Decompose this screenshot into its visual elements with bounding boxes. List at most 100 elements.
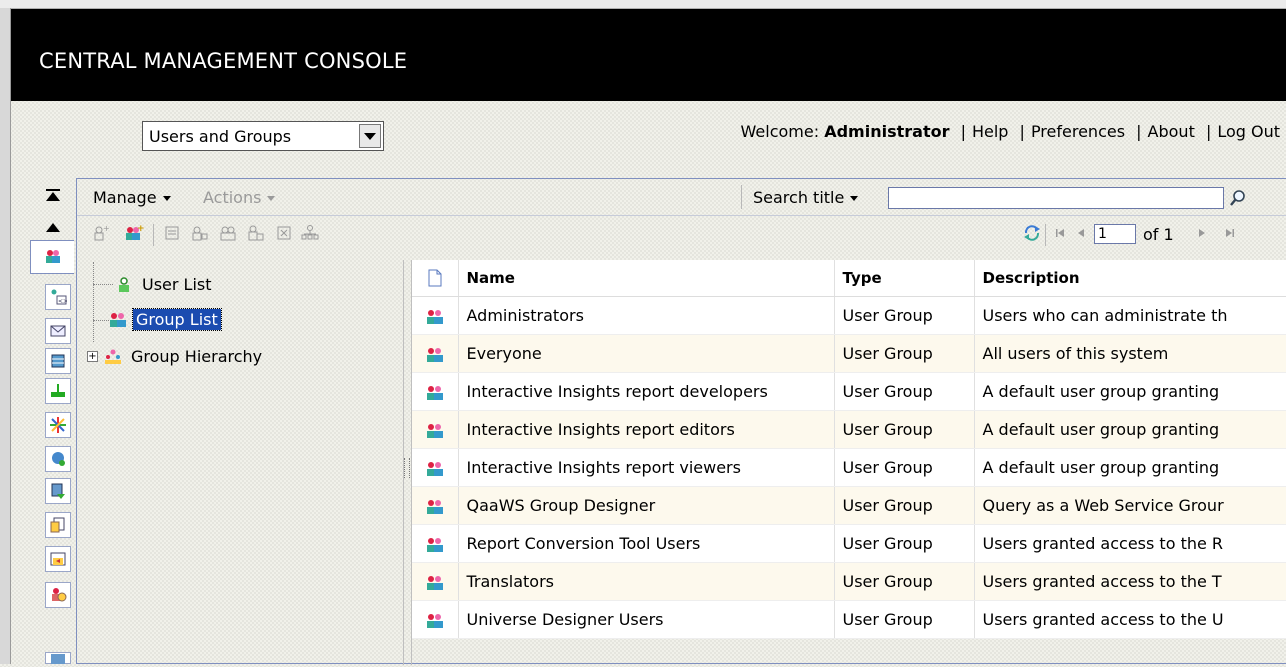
collapse-all-up-icon[interactable]: [44, 188, 62, 204]
tree-item-group-list[interactable]: Group List: [109, 308, 222, 331]
nav-connections-icon[interactable]: [45, 378, 71, 404]
properties-icon[interactable]: [161, 222, 183, 244]
manage-menu[interactable]: Manage: [93, 188, 171, 207]
cell-name[interactable]: Universe Designer Users: [458, 600, 835, 639]
nav-replication-icon[interactable]: [45, 478, 71, 504]
header-banner: CENTRAL MANAGEMENT CONSOLE: [11, 9, 1286, 101]
table-row[interactable]: Interactive Insights report viewers User…: [412, 448, 1286, 487]
nav-folders-icon[interactable]: [45, 546, 71, 572]
table-row[interactable]: Translators User Group Users granted acc…: [412, 562, 1286, 601]
nav-databases-icon[interactable]: [45, 348, 71, 374]
cell-description: Query as a Web Service Grour: [974, 486, 1286, 525]
table-row[interactable]: Administrators User Group Users who can …: [412, 296, 1286, 335]
table-row[interactable]: Report Conversion Tool Users User Group …: [412, 524, 1286, 563]
search-title-menu[interactable]: Search title: [753, 188, 859, 207]
group-members-icon[interactable]: [217, 222, 239, 244]
previous-page-icon[interactable]: [1074, 225, 1088, 241]
manage-menu-label: Manage: [93, 188, 157, 207]
table-row[interactable]: Interactive Insights report developers U…: [412, 372, 1286, 411]
cell-name[interactable]: Administrators: [458, 296, 835, 335]
help-link[interactable]: Help: [972, 122, 1008, 141]
cell-description: Users granted access to the U: [974, 600, 1286, 639]
scroll-up-icon[interactable]: [44, 220, 62, 236]
cell-description: A default user group granting: [974, 448, 1286, 487]
group-icon: [426, 420, 444, 439]
search-input[interactable]: [888, 187, 1224, 209]
logout-link[interactable]: Log Out: [1217, 122, 1280, 141]
group-icon: [426, 306, 444, 325]
section-select-value: Users and Groups: [149, 127, 292, 146]
document-icon: [428, 269, 442, 287]
cell-description: A default user group granting: [974, 410, 1286, 449]
cell-name[interactable]: Interactive Insights report viewers: [458, 448, 835, 487]
page-number-input[interactable]: [1094, 224, 1136, 244]
cell-type: User Group: [834, 562, 975, 601]
table-row[interactable]: Interactive Insights report editors User…: [412, 410, 1286, 449]
column-header-icon[interactable]: [412, 260, 459, 297]
nav-inbox-icon[interactable]: [45, 318, 71, 344]
nav-applications-icon[interactable]: [45, 512, 71, 538]
next-page-icon[interactable]: [1195, 225, 1209, 241]
tree-item-label: Group List: [132, 308, 222, 331]
preferences-link[interactable]: Preferences: [1031, 122, 1125, 141]
hierarchy-tool-icon[interactable]: [299, 222, 321, 244]
cell-type: User Group: [834, 600, 975, 639]
column-header-description[interactable]: Description: [974, 260, 1286, 297]
expand-icon[interactable]: +: [87, 351, 98, 362]
account-icon[interactable]: [189, 222, 211, 244]
tree-item-user-list[interactable]: User List: [115, 274, 215, 295]
cell-description: Users granted access to the R: [974, 524, 1286, 563]
column-header-name[interactable]: Name: [458, 260, 835, 297]
section-select[interactable]: Users and Groups: [142, 121, 384, 151]
main-panel: Manage Actions Search title + + 1 of 1 U…: [76, 178, 1286, 665]
separator: |: [960, 122, 966, 141]
nav-federation-icon[interactable]: [45, 446, 71, 472]
splitter-grip[interactable]: [404, 458, 410, 478]
nav-calendars-icon[interactable]: [45, 652, 71, 664]
chevron-down-icon[interactable]: [359, 124, 381, 148]
caret-down-icon: [267, 196, 276, 201]
group-icon: [426, 572, 444, 591]
delete-icon[interactable]: [273, 222, 295, 244]
caret-down-icon: [162, 196, 171, 201]
window-top-strip: [0, 0, 1286, 9]
cell-description: All users of this system: [974, 334, 1286, 373]
tree-item-group-hierarchy[interactable]: + Group Hierarchy: [87, 346, 265, 367]
window-left-edge: [0, 8, 11, 664]
cell-name[interactable]: Everyone: [458, 334, 835, 373]
group-icon: [426, 610, 444, 629]
group-icon: [426, 534, 444, 553]
last-page-icon[interactable]: [1223, 225, 1237, 241]
table-row[interactable]: QaaWS Group Designer User Group Query as…: [412, 486, 1286, 525]
refresh-icon[interactable]: [1021, 222, 1043, 244]
cell-name[interactable]: Report Conversion Tool Users: [458, 524, 835, 563]
action-toolbar: + + of: [77, 216, 1286, 252]
nav-access-levels-icon[interactable]: [45, 582, 71, 608]
about-link[interactable]: About: [1148, 122, 1195, 141]
user-security-icon[interactable]: [245, 222, 267, 244]
nav-users-groups-icon[interactable]: [30, 240, 74, 274]
new-group-icon[interactable]: +: [123, 222, 145, 244]
cell-description: A default user group granting: [974, 372, 1286, 411]
actions-menu[interactable]: Actions: [203, 188, 276, 207]
cell-name[interactable]: Translators: [458, 562, 835, 601]
new-user-icon[interactable]: +: [89, 222, 111, 244]
tree-connector: [93, 284, 113, 285]
first-page-icon[interactable]: [1053, 225, 1067, 241]
cell-type: User Group: [834, 334, 975, 373]
cell-name[interactable]: QaaWS Group Designer: [458, 486, 835, 525]
column-header-type[interactable]: Type: [834, 260, 975, 297]
table-row[interactable]: Universe Designer Users User Group Users…: [412, 600, 1286, 639]
table-row[interactable]: Everyone User Group All users of this sy…: [412, 334, 1286, 373]
caret-down-icon: [850, 196, 859, 201]
cell-name[interactable]: Interactive Insights report editors: [458, 410, 835, 449]
tree-connector: [93, 262, 94, 342]
nav-servers-icon[interactable]: <>: [45, 284, 71, 310]
app-title: CENTRAL MANAGEMENT CONSOLE: [39, 49, 408, 73]
nav-events-icon[interactable]: [45, 412, 71, 438]
pane-splitter[interactable]: [403, 260, 411, 665]
search-icon[interactable]: [1227, 187, 1249, 209]
cell-description: Users who can administrate th: [974, 296, 1286, 335]
cell-name[interactable]: Interactive Insights report developers: [458, 372, 835, 411]
cell-type: User Group: [834, 410, 975, 449]
